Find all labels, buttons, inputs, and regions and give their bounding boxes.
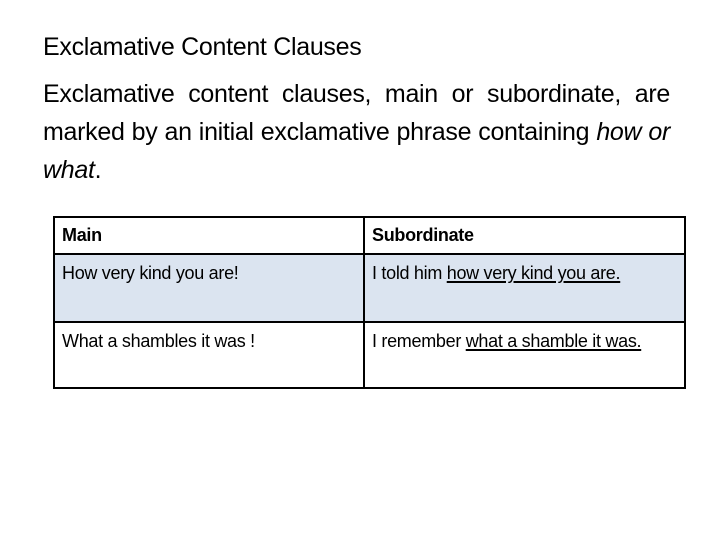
subordinate-prefix: I remember bbox=[372, 331, 466, 351]
table-row: How very kind you are! I told him how ve… bbox=[53, 253, 686, 323]
subordinate-clause-underlined: what a shamble it was. bbox=[465, 331, 642, 351]
header-main: Main bbox=[53, 216, 365, 255]
cell-main: What a shambles it was ! bbox=[53, 321, 365, 389]
subordinate-prefix: I told him bbox=[372, 263, 447, 283]
subordinate-clause-underlined: how very kind you are. bbox=[446, 263, 621, 283]
cell-main: How very kind you are! bbox=[53, 253, 365, 323]
clauses-table: Main Subordinate How very kind you are! … bbox=[53, 216, 686, 389]
table-row: What a shambles it was ! I remember what… bbox=[53, 321, 686, 389]
body-text: Exclamative content clauses, main or sub… bbox=[43, 80, 670, 146]
table-header-row: Main Subordinate bbox=[53, 216, 686, 255]
body-text-end: . bbox=[94, 156, 102, 184]
header-subordinate: Subordinate bbox=[363, 216, 686, 255]
cell-subordinate: I told him how very kind you are. bbox=[363, 253, 686, 323]
slide-title: Exclamative Content Clauses bbox=[43, 33, 362, 61]
cell-subordinate: I remember what a shamble it was. bbox=[363, 321, 686, 389]
slide-body-paragraph: Exclamative content clauses, main or sub… bbox=[43, 75, 670, 189]
